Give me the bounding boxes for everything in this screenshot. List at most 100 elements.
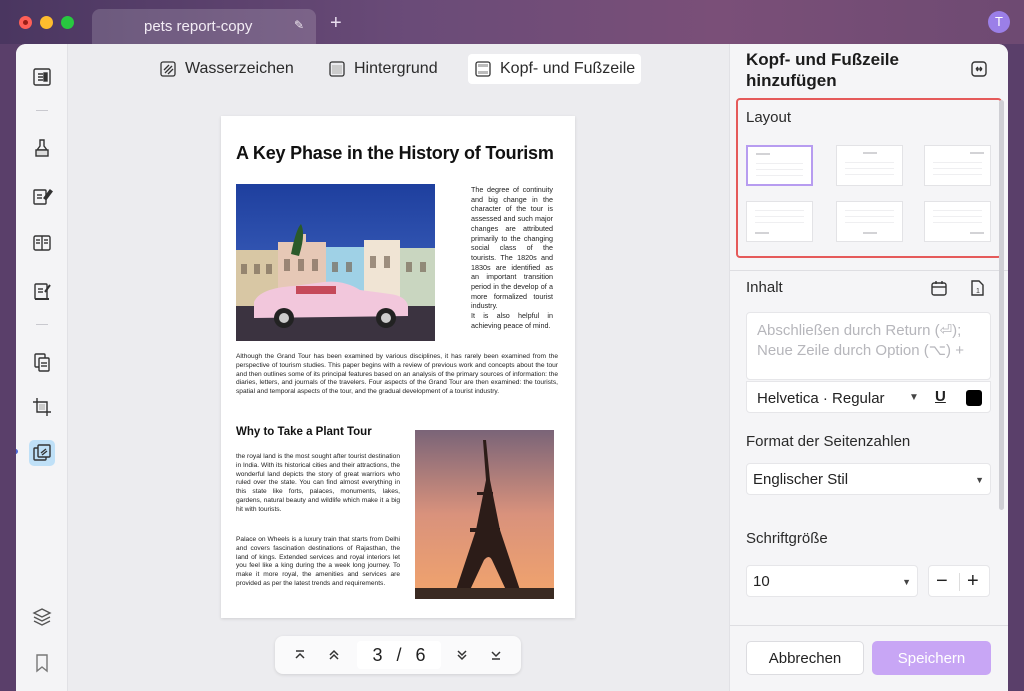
header-footer-tab-label: Kopf- und Fußzeile [500, 60, 636, 77]
watermark-tool-button[interactable] [29, 440, 55, 466]
page-number-format-value: Englischer Stil [753, 471, 849, 488]
body-paragraph: Although the Grand Tour has been examine… [236, 353, 558, 396]
cuba-street-photo [236, 184, 435, 341]
edit-tool-button[interactable] [29, 183, 55, 209]
watermark-tab[interactable]: Wasserzeichen [153, 54, 300, 84]
close-window-button[interactable] [19, 16, 32, 29]
font-size-value: 10 [753, 573, 770, 590]
decrement-button[interactable]: − [936, 570, 948, 593]
comment-tool-button[interactable] [29, 135, 55, 161]
organize-pages-button[interactable] [29, 349, 55, 375]
panel-title: Kopf- und Fußzeile hinzufügen [746, 50, 899, 90]
header-footer-tab[interactable]: Kopf- und Fußzeile [468, 54, 642, 84]
layout-option-footer-left[interactable] [746, 201, 813, 242]
layout-label: Layout [746, 109, 792, 126]
first-page-icon[interactable] [291, 646, 309, 664]
document-area: Wasserzeichen Hintergrund Kopf- und Fußz… [68, 44, 729, 691]
page-number-format-select[interactable]: Englischer Stil ▼ [746, 463, 991, 495]
active-indicator [16, 449, 18, 454]
right-paragraph-2: It is also helpful in achieving peace of… [471, 311, 553, 330]
left-toolbar [16, 44, 68, 691]
left-paragraph-1: the royal land is the most sought after … [236, 453, 400, 513]
page-number-icon[interactable]: 1 [968, 279, 986, 297]
form-tool-button[interactable] [29, 230, 55, 256]
pages-icon [34, 353, 50, 372]
font-family-select[interactable]: Helvetica · Regular [757, 390, 885, 407]
last-page-icon[interactable] [487, 646, 505, 664]
page-number-format-label: Format der Seitenzahlen [746, 433, 911, 450]
content-input[interactable]: Abschließen durch Return (⏎); Neue Zeile… [746, 312, 991, 380]
watermark-tab-label: Wasserzeichen [185, 60, 294, 77]
chevron-down-icon[interactable]: ▼ [909, 392, 919, 403]
zoom-window-button[interactable] [61, 16, 74, 29]
chevron-down-icon: ▼ [902, 577, 911, 587]
previous-page-icon[interactable] [325, 646, 343, 664]
layers-icon [32, 608, 52, 626]
document-page[interactable]: A Key Phase in the History of Tourism Th… [221, 116, 575, 618]
layout-option-header-left[interactable] [746, 145, 813, 186]
header-footer-icon [475, 61, 491, 77]
text-color-swatch[interactable] [966, 390, 982, 406]
page-navigator: 3 / 6 [275, 636, 521, 674]
total-pages: 6 [415, 644, 426, 665]
new-tab-button[interactable]: + [330, 13, 342, 33]
crop-tool-button[interactable] [29, 394, 55, 420]
document-title: A Key Phase in the History of Tourism [236, 143, 554, 163]
panel-scrollbar[interactable] [999, 100, 1004, 510]
app-window: Wasserzeichen Hintergrund Kopf- und Fußz… [16, 44, 1008, 691]
bookmark-button[interactable] [29, 650, 55, 676]
current-page: 3 [372, 644, 383, 665]
cancel-button[interactable]: Abbrechen [746, 641, 864, 675]
bookmark-icon [36, 654, 48, 673]
watermark-icon [33, 444, 51, 461]
next-page-icon[interactable] [453, 646, 471, 664]
watermark-icon [160, 61, 176, 77]
eiffel-tower-photo [415, 430, 554, 599]
layers-button[interactable] [29, 604, 55, 630]
font-size-select[interactable]: 10 ▼ [746, 565, 918, 597]
font-controls: Helvetica · Regular ▼ U [746, 381, 991, 413]
pencil-icon[interactable]: ✎ [294, 18, 304, 32]
highlighter-icon [35, 139, 49, 157]
header-footer-panel: Kopf- und Fußzeile hinzufügen Layout Inh… [729, 44, 1008, 691]
save-button[interactable]: Speichern [872, 641, 991, 675]
calendar-icon[interactable] [930, 279, 948, 297]
book-icon [33, 68, 51, 86]
layout-option-footer-center[interactable] [836, 201, 903, 242]
reader-mode-button[interactable] [29, 64, 55, 90]
content-label: Inhalt [746, 279, 783, 296]
title-bar: pets report-copy ✎ + T [0, 0, 1024, 44]
stepper-divider [959, 573, 960, 591]
background-icon [329, 61, 345, 77]
background-tab[interactable]: Hintergrund [322, 54, 444, 84]
section-divider [730, 270, 1008, 271]
toolbar-divider [36, 110, 48, 111]
increment-button[interactable]: + [967, 570, 979, 593]
underline-button[interactable]: U [935, 388, 946, 405]
toolbar-divider [36, 324, 48, 325]
sign-document-icon [34, 283, 51, 300]
crop-icon [33, 398, 51, 416]
layout-option-footer-right[interactable] [924, 201, 991, 242]
page-number-display[interactable]: 3 / 6 [357, 641, 441, 669]
chevron-down-icon: ▼ [975, 475, 984, 485]
svg-text:1: 1 [976, 288, 980, 295]
layout-option-header-center[interactable] [836, 145, 903, 186]
form-icon [33, 235, 51, 251]
left-paragraph-2: Palace on Wheels is a luxury train that … [236, 536, 400, 587]
layout-option-header-right[interactable] [924, 145, 991, 186]
right-column-text: The degree of continuity and big change … [471, 185, 553, 331]
tab-title: pets report-copy [144, 18, 253, 35]
minimize-window-button[interactable] [40, 16, 53, 29]
section-heading: Why to Take a Plant Tour [236, 426, 372, 438]
footer-divider [730, 625, 1008, 626]
font-size-label: Schriftgröße [746, 530, 828, 547]
document-tab[interactable]: pets report-copy ✎ [92, 9, 316, 44]
page-separator: / [396, 644, 402, 665]
sign-tool-button[interactable] [29, 278, 55, 304]
collapse-panel-icon[interactable] [970, 60, 988, 78]
right-paragraph: The degree of continuity and big change … [471, 185, 553, 311]
avatar[interactable]: T [988, 11, 1010, 33]
edit-document-icon [33, 189, 53, 205]
background-tab-label: Hintergrund [354, 60, 438, 77]
